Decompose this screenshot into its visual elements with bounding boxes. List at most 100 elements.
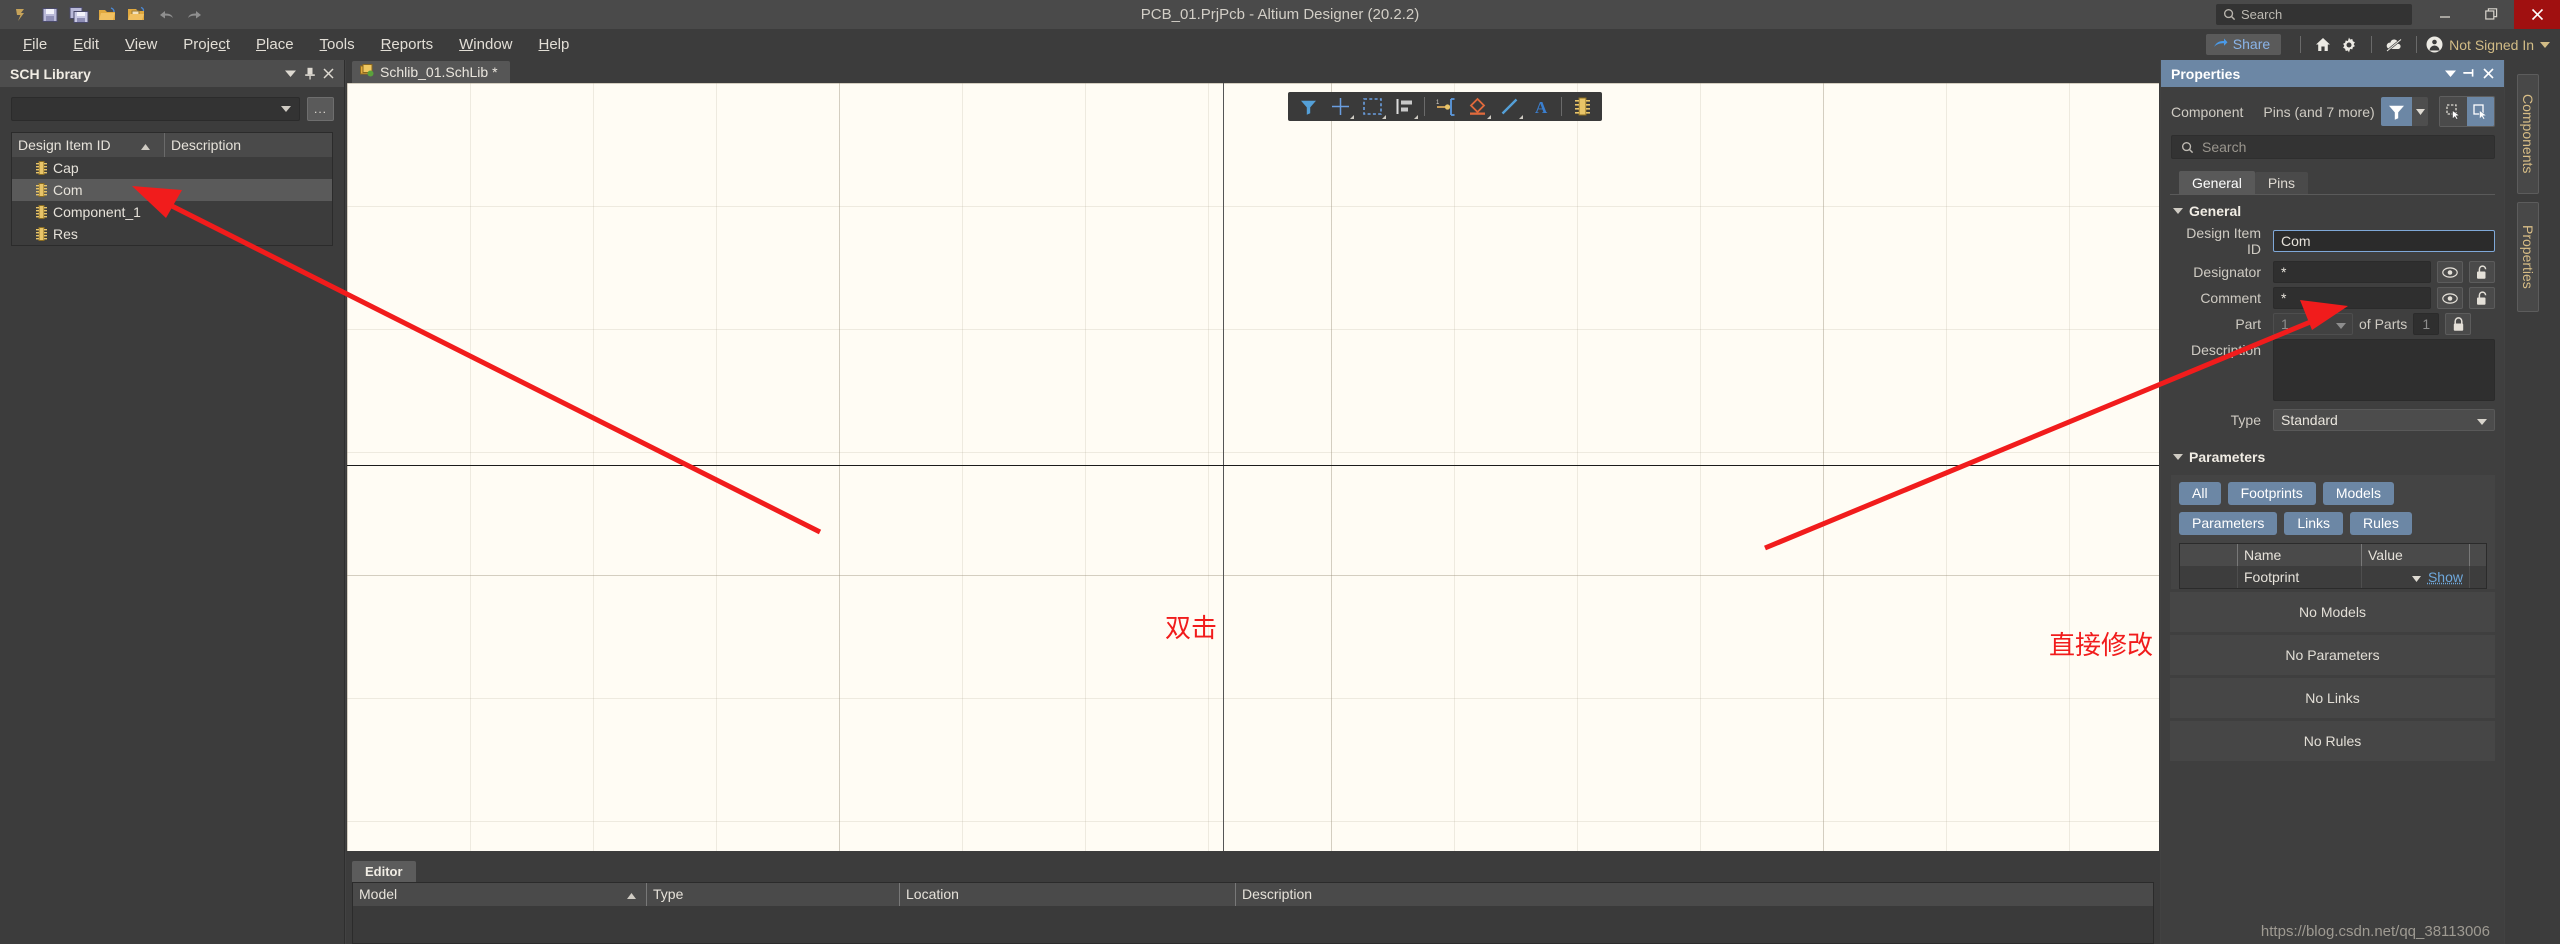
gear-icon[interactable]	[2336, 37, 2362, 53]
save-icon[interactable]	[35, 1, 64, 28]
selection-rect-icon[interactable]	[1356, 93, 1388, 120]
tab-pins[interactable]: Pins	[2254, 172, 2309, 194]
close-button[interactable]	[2514, 0, 2560, 29]
menu-help[interactable]: Help	[526, 33, 583, 56]
part-combo[interactable]: 1	[2273, 313, 2353, 335]
pin-icon[interactable]	[300, 64, 319, 83]
select-inside-area-icon[interactable]	[2440, 97, 2467, 126]
chip-parameters[interactable]: Parameters	[2179, 512, 2278, 535]
unlock-icon[interactable]	[2469, 287, 2495, 309]
column-header-model[interactable]: Model	[353, 883, 646, 906]
close-icon[interactable]	[2479, 64, 2498, 83]
filter-icon[interactable]	[2381, 97, 2412, 126]
menu-edit[interactable]: Edit	[60, 33, 112, 56]
designator-input[interactable]: *	[2273, 261, 2431, 283]
open-project-icon[interactable]	[122, 1, 151, 28]
pin-icon[interactable]	[2460, 64, 2479, 83]
list-item[interactable]: Com	[12, 179, 332, 201]
list-item[interactable]: Component_1	[12, 201, 332, 223]
field-row-designator: Designator *	[2171, 261, 2495, 283]
place-ieee-symbol-icon[interactable]	[1461, 93, 1493, 120]
place-line-icon[interactable]	[1493, 93, 1525, 120]
schematic-canvas[interactable]	[347, 83, 2159, 851]
eye-icon[interactable]	[2437, 261, 2463, 283]
open-icon[interactable]	[93, 1, 122, 28]
account-menu[interactable]: Not Signed In	[2426, 36, 2554, 53]
row-value-cell[interactable]: Show	[2361, 566, 2469, 588]
list-item[interactable]: Res	[12, 223, 332, 245]
menu-tools[interactable]: Tools	[307, 33, 368, 56]
list-item[interactable]: Cap	[12, 157, 332, 179]
chip-all[interactable]: All	[2179, 482, 2221, 505]
empty-state-parameters: No Parameters	[2170, 635, 2495, 675]
cloud-disconnected-icon[interactable]	[2381, 38, 2407, 52]
library-browse-button[interactable]: ...	[307, 97, 334, 121]
chip-footprints[interactable]: Footprints	[2227, 482, 2316, 505]
undo-icon[interactable]	[151, 1, 180, 28]
column-header-name[interactable]: Name	[2237, 544, 2361, 566]
menu-place[interactable]: Place	[243, 33, 307, 56]
redo-icon[interactable]	[180, 1, 209, 28]
column-header-type[interactable]: Type	[646, 883, 899, 906]
align-icon[interactable]	[1388, 93, 1420, 120]
section-title: Parameters	[2189, 449, 2266, 465]
chip-links[interactable]: Links	[2284, 512, 2344, 535]
chevron-down-icon[interactable]	[281, 64, 300, 83]
canvas-axis-vertical	[1223, 83, 1224, 851]
parameters-table: Name Value Footprint Show	[2179, 543, 2487, 589]
filter-icon[interactable]	[1292, 93, 1324, 120]
menu-file[interactable]: File	[10, 33, 60, 56]
dock-tab-components[interactable]: Components	[2517, 74, 2539, 194]
chip-models[interactable]: Models	[2322, 482, 2394, 505]
menu-view[interactable]: View	[112, 33, 170, 56]
description-textarea[interactable]	[2273, 339, 2495, 401]
column-header-design-item-id[interactable]: Design Item ID	[12, 133, 164, 157]
save-all-icon[interactable]	[64, 1, 93, 28]
tab-editor[interactable]: Editor	[352, 861, 416, 882]
column-header-description[interactable]: Description	[164, 133, 332, 157]
section-header-general[interactable]: General	[2161, 195, 2504, 225]
schematic-canvas-area[interactable]: 双击 直接修改	[346, 83, 2160, 858]
filter-dropdown-button[interactable]	[2412, 97, 2428, 126]
eye-icon[interactable]	[2437, 287, 2463, 309]
chevron-down-icon[interactable]	[2441, 64, 2460, 83]
column-header-location[interactable]: Location	[899, 883, 1235, 906]
section-header-parameters[interactable]: Parameters	[2161, 435, 2504, 471]
model-table-body[interactable]	[353, 906, 2153, 943]
crosshair-icon[interactable]	[1324, 93, 1356, 120]
place-component-icon[interactable]	[1566, 93, 1598, 120]
column-header-value[interactable]: Value	[2361, 544, 2469, 566]
properties-search-input[interactable]: Search	[2171, 135, 2495, 159]
column-header-description[interactable]: Description	[1235, 883, 2153, 906]
home-icon[interactable]	[2310, 37, 2336, 52]
of-parts-label: of Parts	[2359, 316, 2408, 332]
menu-reports[interactable]: Reports	[368, 33, 447, 56]
lock-icon[interactable]	[2445, 313, 2472, 335]
design-item-id-input[interactable]: Com	[2273, 230, 2495, 252]
tab-schlib-01[interactable]: Schlib_01.SchLib *	[352, 61, 510, 83]
library-combo[interactable]	[11, 97, 300, 121]
place-text-icon[interactable]: A	[1525, 93, 1557, 120]
select-touching-area-icon[interactable]	[2467, 97, 2494, 126]
share-button[interactable]: Share	[2205, 34, 2282, 55]
dock-tab-properties[interactable]: Properties	[2517, 202, 2539, 312]
chevron-down-icon[interactable]	[2411, 566, 2421, 588]
place-pin-icon[interactable]: 1	[1429, 93, 1461, 120]
minimize-button[interactable]	[2422, 0, 2468, 29]
show-link[interactable]: Show	[2428, 566, 2463, 588]
dropdown-indicator	[1350, 115, 1354, 119]
comment-input[interactable]: *	[2273, 287, 2431, 309]
list-item-label: Com	[53, 182, 83, 198]
altium-logo-icon[interactable]	[6, 1, 35, 28]
menu-project[interactable]: Project	[170, 33, 243, 56]
chip-rules[interactable]: Rules	[2350, 512, 2412, 535]
table-row[interactable]: Footprint Show	[2180, 566, 2486, 588]
type-combo[interactable]: Standard	[2273, 409, 2495, 431]
unlock-icon[interactable]	[2469, 261, 2495, 283]
maximize-restore-button[interactable]	[2468, 0, 2514, 29]
global-search-input[interactable]: Search	[2216, 4, 2412, 25]
tab-general[interactable]: General	[2179, 171, 2255, 194]
menu-window[interactable]: Window	[446, 33, 525, 56]
collapse-triangle-icon	[2173, 208, 2183, 214]
close-icon[interactable]	[319, 64, 338, 83]
